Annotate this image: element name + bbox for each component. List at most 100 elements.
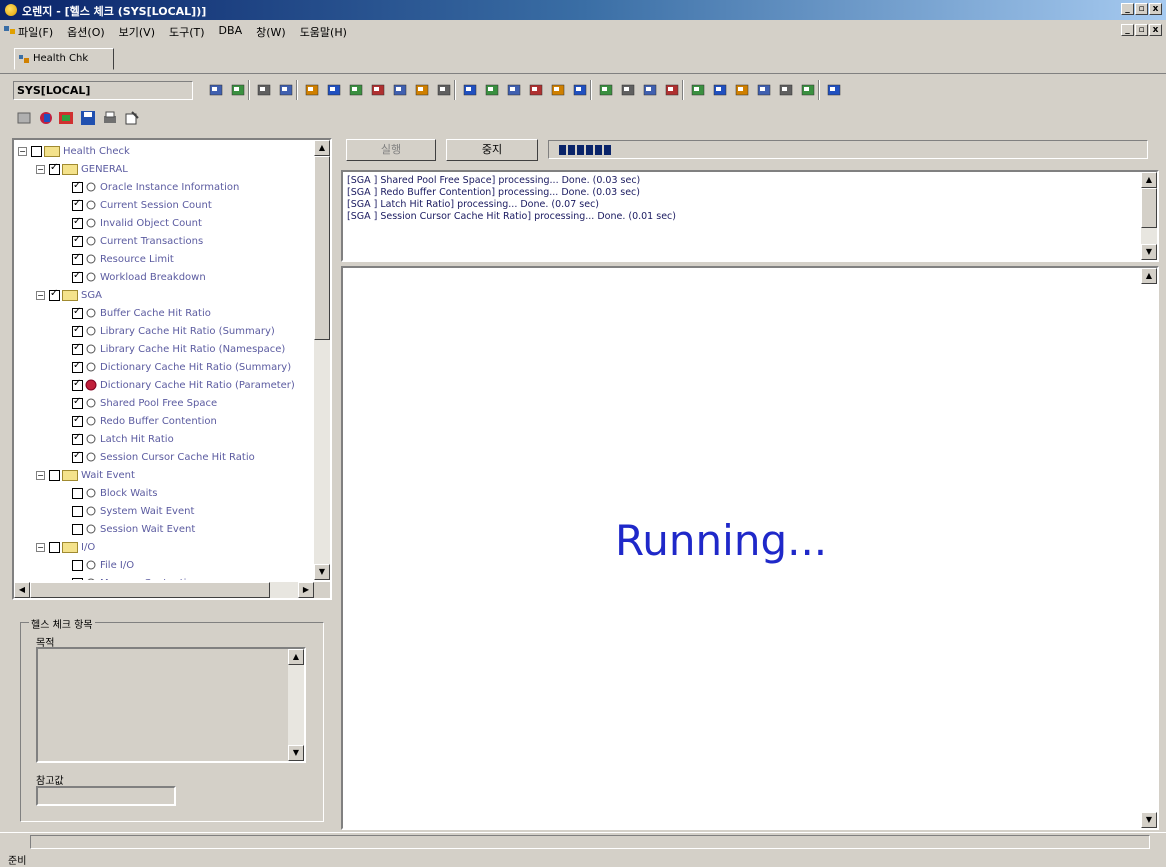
tree-item[interactable]: System Wait Event [72, 502, 194, 520]
move-down-icon[interactable] [230, 82, 246, 98]
checkbox[interactable] [72, 432, 83, 445]
checkbox[interactable] [72, 198, 83, 211]
checkbox[interactable] [72, 252, 83, 265]
minimize-button[interactable]: _ [1121, 3, 1134, 15]
export-icon[interactable] [506, 82, 522, 98]
move-up-icon[interactable] [208, 82, 224, 98]
checkbox[interactable] [49, 469, 60, 481]
result-panel[interactable]: Running... ▲ ▼ [341, 266, 1159, 830]
health-check-tree[interactable]: − Health Check − GENERAL Oracle Instance Inf… [12, 138, 332, 600]
tree-item[interactable]: Invalid Object Count [72, 214, 202, 232]
tree-group[interactable]: − GENERAL [36, 160, 128, 178]
stop-button[interactable]: 중지 [446, 139, 538, 161]
menu-item[interactable]: DBA [219, 24, 243, 40]
tree-group[interactable]: − Wait Event [36, 466, 135, 484]
window-icon[interactable] [826, 82, 842, 98]
report-icon[interactable] [642, 82, 658, 98]
checkbox[interactable] [72, 216, 83, 229]
session-icon[interactable] [414, 82, 430, 98]
tree-item[interactable]: Oracle Instance Information [72, 178, 239, 196]
log-scrollbar[interactable]: ▲ ▼ [1141, 172, 1157, 260]
refresh-icon[interactable] [16, 110, 32, 126]
sql-icon[interactable] [436, 82, 452, 98]
tools-icon[interactable] [690, 82, 706, 98]
log-scroll-thumb[interactable] [1141, 188, 1157, 228]
print-icon[interactable] [102, 110, 118, 126]
scroll-up-button[interactable]: ▲ [314, 140, 330, 156]
network-icon[interactable] [712, 82, 728, 98]
tree-item[interactable]: Library Cache Hit Ratio (Summary) [72, 322, 275, 340]
checkbox[interactable] [72, 450, 83, 463]
tree-item[interactable]: Resource Limit [72, 250, 174, 268]
tree-root[interactable]: − Health Check [18, 142, 130, 160]
properties-icon[interactable] [124, 110, 140, 126]
tree-group[interactable]: − SGA [36, 286, 102, 304]
tree-item[interactable]: Buffer Cache Hit Ratio [72, 304, 211, 322]
open-icon[interactable] [58, 110, 74, 126]
scroll-thumb[interactable] [314, 156, 330, 340]
menu-item[interactable]: 도구(T) [169, 24, 205, 40]
checkbox[interactable] [72, 487, 83, 499]
run-check-icon[interactable] [38, 110, 54, 126]
checkbox[interactable] [72, 523, 83, 535]
result-scrollbar[interactable]: ▲ ▼ [1141, 268, 1157, 828]
expander-icon[interactable]: − [36, 542, 45, 552]
restore-button[interactable]: ▫ [1135, 3, 1148, 15]
log-output[interactable]: [SGA ] Shared Pool Free Space] processin… [341, 170, 1159, 262]
backup-icon[interactable] [734, 82, 750, 98]
checkbox[interactable] [72, 414, 83, 427]
tree-item[interactable]: File I/O [72, 556, 134, 574]
menu-item[interactable]: 창(W) [256, 24, 286, 40]
tree-item[interactable]: Session Cursor Cache Hit Ratio [72, 448, 255, 466]
menu-item[interactable]: 파일(F) [18, 24, 53, 40]
tree-item[interactable]: Memory Contention [72, 574, 199, 580]
scroll-right-button[interactable]: ▶ [298, 582, 314, 598]
checkbox[interactable] [72, 324, 83, 337]
checkbox[interactable] [72, 577, 83, 580]
purpose-scroll-up[interactable]: ▲ [288, 649, 304, 665]
storage-icon[interactable] [484, 82, 500, 98]
mdi-child-icon[interactable] [4, 25, 16, 36]
start-button[interactable]: 실행 [346, 139, 436, 161]
expander-icon[interactable]: − [36, 164, 45, 174]
tree-item[interactable]: Library Cache Hit Ratio (Namespace) [72, 340, 285, 358]
close-button[interactable]: x [1149, 3, 1162, 15]
query-icon[interactable] [392, 82, 408, 98]
mdi-restore-button[interactable]: ▫ [1135, 24, 1148, 36]
checkbox[interactable] [72, 360, 83, 373]
scroll-left-button[interactable]: ◀ [14, 582, 30, 598]
search-icon[interactable] [800, 82, 816, 98]
connection-label[interactable]: SYS[LOCAL] [13, 81, 193, 100]
indent-icon[interactable] [256, 82, 272, 98]
table-add-icon[interactable] [326, 82, 342, 98]
purpose-scrollbar[interactable]: ▲ ▼ [288, 649, 304, 761]
expander-icon[interactable]: − [36, 470, 45, 480]
checkbox[interactable] [49, 162, 60, 175]
menu-item[interactable]: 보기(V) [119, 24, 155, 40]
tree-item[interactable]: Workload Breakdown [72, 268, 206, 286]
result-scroll-up[interactable]: ▲ [1141, 268, 1157, 284]
table-icon[interactable] [304, 82, 320, 98]
tree-item[interactable]: Dictionary Cache Hit Ratio (Parameter) [72, 376, 295, 394]
purpose-textarea[interactable]: ▲ ▼ [36, 647, 306, 763]
checkbox[interactable] [72, 270, 83, 283]
tree-item[interactable]: Current Transactions [72, 232, 203, 250]
checkbox[interactable] [49, 288, 60, 301]
schema-icon[interactable] [348, 82, 364, 98]
checkbox[interactable] [49, 541, 60, 553]
checkbox[interactable] [72, 342, 83, 355]
import-icon[interactable] [528, 82, 544, 98]
tree-group[interactable]: − I/O [36, 538, 95, 556]
checkbox[interactable] [72, 306, 83, 319]
hscroll-thumb[interactable] [30, 582, 270, 598]
log-scroll-up[interactable]: ▲ [1141, 172, 1157, 188]
tree-item[interactable]: Redo Buffer Contention [72, 412, 217, 430]
user-icon[interactable] [550, 82, 566, 98]
purpose-scroll-down[interactable]: ▼ [288, 745, 304, 761]
mdi-close-button[interactable]: x [1149, 24, 1162, 36]
checkbox[interactable] [31, 145, 42, 157]
tree-item[interactable]: Block Waits [72, 484, 158, 502]
lock-icon[interactable] [598, 82, 614, 98]
outdent-icon[interactable] [278, 82, 294, 98]
mdi-minimize-button[interactable]: _ [1121, 24, 1134, 36]
